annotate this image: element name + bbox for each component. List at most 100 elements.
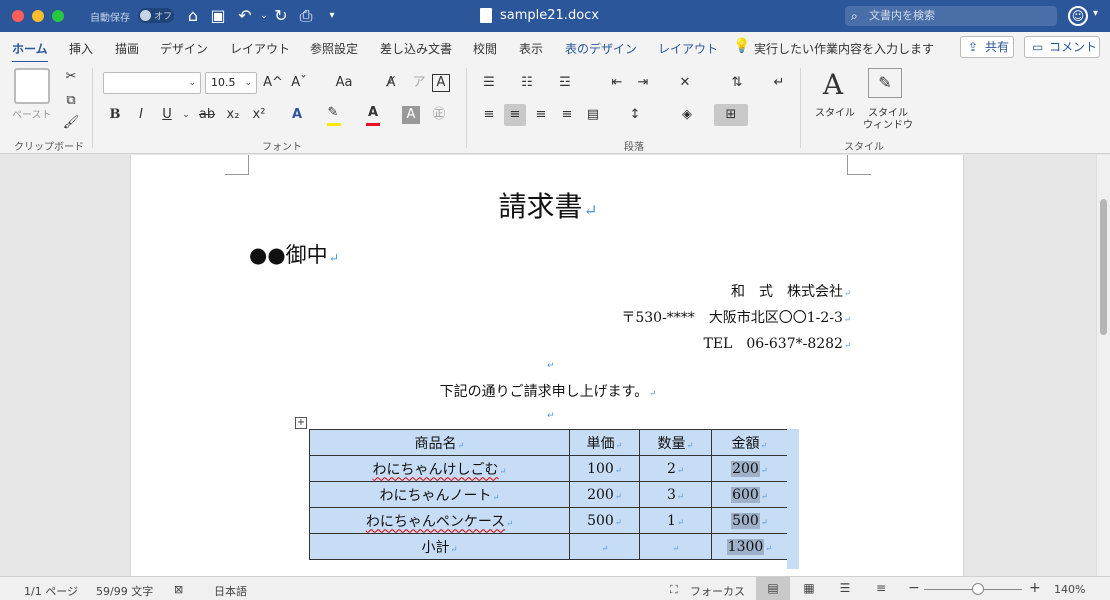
redo-icon[interactable]: ↻ — [271, 6, 291, 26]
tell-me-input[interactable]: 実行したい作業内容を入力します — [754, 40, 934, 57]
document-canvas[interactable]: 請求書↵ ●●御中↵ 和 式 株式会社↵ 〒530-**** 大阪市北区〇〇1-… — [0, 155, 1110, 576]
tab-layout[interactable]: レイアウト — [230, 40, 290, 57]
table-move-handle[interactable]: + — [295, 417, 307, 429]
borders-icon[interactable]: ⊞ — [714, 104, 748, 126]
header-cell[interactable]: 数量↵ — [639, 429, 712, 456]
sender-company[interactable]: 和 式 株式会社↵ — [731, 281, 851, 301]
zoom-window-button[interactable] — [52, 10, 64, 22]
language-indicator[interactable]: 日本語 — [214, 583, 247, 599]
shading-icon[interactable]: ◈ — [676, 104, 698, 126]
print-icon[interactable]: ⎙ — [296, 6, 316, 26]
tab-insert[interactable]: 挿入 — [69, 40, 93, 57]
format-painter-icon[interactable]: 🖌 — [60, 112, 82, 134]
table-cell[interactable]: 2↵ — [639, 455, 712, 482]
shrink-font-button[interactable]: Aˇ — [288, 72, 310, 94]
print-layout-view-icon[interactable]: ▤ — [756, 577, 790, 600]
change-case-button[interactable]: Aa — [329, 72, 359, 94]
addressee-line[interactable]: ●●御中↵ — [249, 239, 339, 269]
enclose-characters-icon[interactable]: ㊣ — [428, 104, 450, 126]
close-window-button[interactable] — [12, 10, 24, 22]
table-cell[interactable]: 200↵ — [711, 455, 788, 482]
text-effects-icon[interactable]: A — [286, 104, 308, 126]
table-cell[interactable]: 500↵ — [711, 507, 788, 534]
home-icon[interactable]: ⌂ — [183, 6, 203, 26]
web-layout-view-icon[interactable]: ▦ — [792, 577, 826, 600]
table-cell[interactable]: 200↵ — [569, 481, 640, 508]
superscript-button[interactable]: x² — [248, 104, 270, 126]
cut-icon[interactable]: ✂ — [60, 66, 82, 88]
share-button[interactable]: ⇪ 共有 — [960, 36, 1014, 58]
bullets-icon[interactable]: ☰ — [478, 72, 500, 94]
font-size-dropdown[interactable]: 10.5 ⌄ — [205, 72, 257, 94]
tab-draw[interactable]: 描画 — [115, 40, 139, 57]
chevron-down-icon[interactable]: ▾ — [1093, 8, 1098, 19]
align-right-icon[interactable]: ≡ — [530, 104, 552, 126]
italic-button[interactable]: I — [130, 104, 152, 126]
table-cell[interactable]: わにちゃんペンケース↵ — [309, 507, 570, 534]
minimize-window-button[interactable] — [32, 10, 44, 22]
character-border-icon[interactable]: A — [432, 74, 450, 92]
styles-pane-icon[interactable]: ✎ — [868, 68, 902, 98]
autosave-toggle[interactable]: オフ — [138, 8, 174, 23]
highlight-icon[interactable]: ✎ — [322, 102, 344, 124]
align-left-icon[interactable]: ≡ — [478, 104, 500, 126]
copy-icon[interactable]: ⧉ — [60, 90, 82, 112]
distributed-icon[interactable]: ▤ — [582, 104, 604, 126]
tab-table-design[interactable]: 表のデザイン — [565, 40, 637, 57]
bold-button[interactable]: B — [104, 104, 126, 126]
invoice-table[interactable]: 商品名↵ 単価↵ 数量↵ 金額↵ わにちゃんけしごむ↵ 100↵ 2↵ 200 ↵… — [309, 429, 788, 560]
intro-line[interactable]: 下記の通りご請求申し上げます。↵ — [131, 381, 965, 401]
decrease-indent-icon[interactable]: ⇤ — [606, 72, 628, 94]
tab-references[interactable]: 参照設定 — [310, 40, 358, 57]
zoom-slider-knob[interactable] — [972, 583, 984, 595]
scrollbar-thumb[interactable] — [1100, 199, 1107, 335]
table-cell[interactable]: 600 ↵ — [711, 481, 788, 508]
align-center-icon[interactable]: ≡ — [504, 104, 526, 126]
table-cell[interactable]: ↵ — [639, 533, 712, 560]
table-cell[interactable]: わにちゃんけしごむ↵ — [309, 455, 570, 482]
vertical-scrollbar[interactable] — [1096, 155, 1110, 576]
zoom-level[interactable]: 140% — [1054, 583, 1085, 596]
zoom-out-icon[interactable]: − — [908, 580, 920, 596]
strikethrough-button[interactable]: ab — [196, 104, 218, 126]
underline-dropdown-icon[interactable]: ⌄ — [175, 104, 197, 126]
asian-layout-icon[interactable]: ✕ — [674, 72, 696, 94]
increase-indent-icon[interactable]: ⇥ — [632, 72, 654, 94]
table-cell[interactable]: ↵ — [569, 533, 640, 560]
paste-button[interactable] — [14, 68, 50, 104]
header-cell[interactable]: 単価↵ — [569, 429, 640, 456]
header-cell[interactable]: 金額↵ — [711, 429, 788, 456]
show-formatting-marks-icon[interactable]: ↵ — [768, 72, 790, 94]
tab-mailings[interactable]: 差し込み文書 — [380, 40, 452, 57]
header-cell[interactable]: 商品名↵ — [309, 429, 570, 456]
comments-button[interactable]: ▭ コメント — [1024, 36, 1100, 58]
justify-icon[interactable]: ≡ — [556, 104, 578, 126]
subscript-button[interactable]: x₂ — [222, 104, 244, 126]
document-heading[interactable]: 請求書↵ — [131, 185, 965, 225]
page-count[interactable]: 1/1 ページ — [24, 583, 78, 599]
phonetic-guide-icon[interactable]: ア — [408, 72, 430, 94]
table-cell[interactable]: 1↵ — [639, 507, 712, 534]
table-cell[interactable]: わにちゃんノート↵ — [309, 481, 570, 508]
grow-font-button[interactable]: A^ — [262, 72, 284, 94]
font-color-icon[interactable]: A — [362, 102, 384, 124]
table-cell[interactable]: 500↵ — [569, 507, 640, 534]
tab-design[interactable]: デザイン — [160, 40, 208, 57]
styles-gallery-icon[interactable]: A — [813, 68, 853, 104]
focus-icon[interactable]: ⛶ — [670, 583, 678, 597]
undo-icon[interactable]: ↶ — [235, 6, 255, 26]
sender-tel[interactable]: TEL 06-637*-8282↵ — [703, 333, 851, 353]
character-shading-icon[interactable]: A — [402, 106, 420, 124]
proofing-icon[interactable]: ⊠ — [174, 583, 183, 596]
focus-label[interactable]: フォーカス — [690, 583, 745, 599]
numbering-icon[interactable]: ☷ — [516, 72, 538, 94]
tab-home[interactable]: ホーム — [12, 40, 48, 64]
table-cell[interactable]: 3↵ — [639, 481, 712, 508]
word-count[interactable]: 59/99 文字 — [96, 583, 153, 599]
sender-address[interactable]: 〒530-**** 大阪市北区〇〇1-2-3↵ — [621, 307, 851, 327]
draft-view-icon[interactable]: ≡ — [864, 577, 898, 600]
clear-formatting-icon[interactable]: A̸ — [380, 72, 402, 94]
document-page[interactable]: 請求書↵ ●●御中↵ 和 式 株式会社↵ 〒530-**** 大阪市北区〇〇1-… — [130, 155, 964, 576]
table-cell[interactable]: 100↵ — [569, 455, 640, 482]
zoom-in-icon[interactable]: + — [1029, 580, 1041, 596]
